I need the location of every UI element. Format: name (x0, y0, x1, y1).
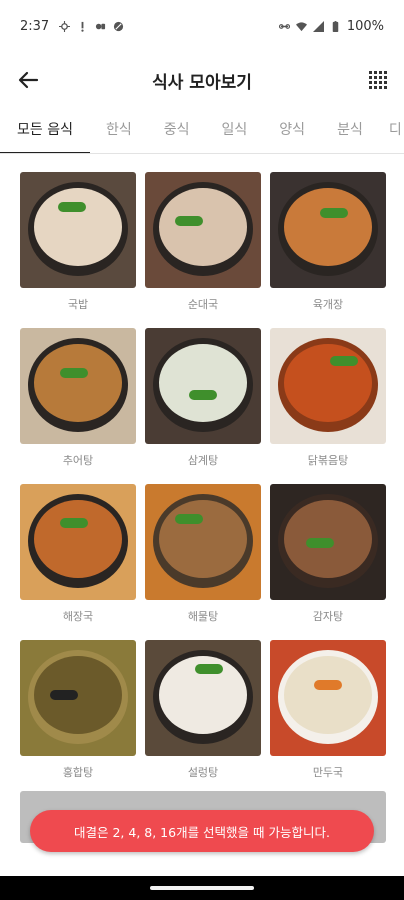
food-item[interactable]: 감자탕 (270, 484, 386, 640)
food-name: 육개장 (312, 298, 344, 311)
food-image (20, 484, 136, 600)
page-title: 식사 모아보기 (152, 72, 252, 93)
back-button[interactable] (14, 66, 42, 94)
tab-japanese[interactable]: 일식 (206, 108, 264, 153)
food-name: 홍합탕 (62, 766, 94, 779)
food-name: 설렁탕 (187, 766, 219, 779)
food-image (145, 328, 261, 444)
food-image (20, 328, 136, 444)
food-image (20, 172, 136, 288)
food-image (145, 484, 261, 600)
food-item[interactable]: 추어탕 (20, 328, 136, 484)
crosshair-icon (59, 20, 71, 32)
app-bar: 식사 모아보기 (0, 52, 404, 108)
food-name: 해장국 (62, 610, 94, 623)
food-item[interactable]: 만두국 (270, 640, 386, 796)
arrow-left-icon (18, 71, 39, 89)
tab-chinese[interactable]: 중식 (148, 108, 206, 153)
food-item[interactable]: 국밥 (20, 172, 136, 328)
food-name: 추어탕 (62, 454, 94, 467)
food-name: 해물탕 (187, 610, 219, 623)
signal-icon (312, 20, 324, 32)
tab-korean[interactable]: 한식 (90, 108, 148, 153)
status-system-icons: 100% (278, 18, 384, 34)
food-name: 닭볶음탕 (307, 454, 349, 467)
food-image (270, 640, 386, 756)
food-item[interactable]: 설렁탕 (145, 640, 261, 796)
food-item[interactable]: 홍합탕 (20, 640, 136, 796)
status-bar: 2:37 100% (0, 0, 404, 52)
wifi-icon (295, 21, 307, 31)
tab-snack[interactable]: 분식 (321, 108, 379, 153)
food-item[interactable]: 해물탕 (145, 484, 261, 640)
cast-icon (96, 23, 106, 29)
food-item[interactable]: 순대국 (145, 172, 261, 328)
notification-icon (81, 21, 84, 32)
food-grid: 국밥 순대국 육개장 추어탕 삼계탕 닭볶음탕 해장국 해물탕 감자탕 홍합탕 … (20, 172, 386, 796)
block-icon (114, 21, 124, 31)
food-image (145, 172, 261, 288)
grid-view-button[interactable] (366, 68, 390, 92)
food-image (145, 640, 261, 756)
food-name: 삼계탕 (187, 454, 219, 467)
link-icon (278, 23, 290, 29)
battery-icon (332, 20, 339, 32)
food-image (270, 484, 386, 600)
toast-text: 대결은 2, 4, 8, 16개를 선택했을 때 가능합니다. (74, 824, 330, 840)
food-name: 국밥 (67, 298, 89, 311)
system-nav-bar (0, 876, 404, 900)
food-item[interactable]: 육개장 (270, 172, 386, 328)
category-tabs: 모든 음식 한식 중식 일식 양식 분식 디 (0, 108, 404, 154)
food-item[interactable]: 삼계탕 (145, 328, 261, 484)
status-notification-icons (59, 20, 124, 32)
tab-western[interactable]: 양식 (263, 108, 321, 153)
grid-icon (369, 71, 387, 89)
home-gesture-handle[interactable] (150, 886, 254, 890)
toast-message: 대결은 2, 4, 8, 16개를 선택했을 때 가능합니다. (30, 810, 374, 852)
food-image (270, 328, 386, 444)
food-image (20, 640, 136, 756)
status-time: 2:37 (20, 18, 50, 34)
food-image (270, 172, 386, 288)
tab-dessert[interactable]: 디 (379, 108, 404, 153)
food-name: 감자탕 (312, 610, 344, 623)
food-item[interactable]: 닭볶음탕 (270, 328, 386, 484)
tab-all-foods[interactable]: 모든 음식 (0, 108, 90, 153)
food-name: 만두국 (312, 766, 344, 779)
food-item[interactable]: 해장국 (20, 484, 136, 640)
food-name: 순대국 (187, 298, 219, 311)
battery-percent: 100% (346, 18, 384, 34)
